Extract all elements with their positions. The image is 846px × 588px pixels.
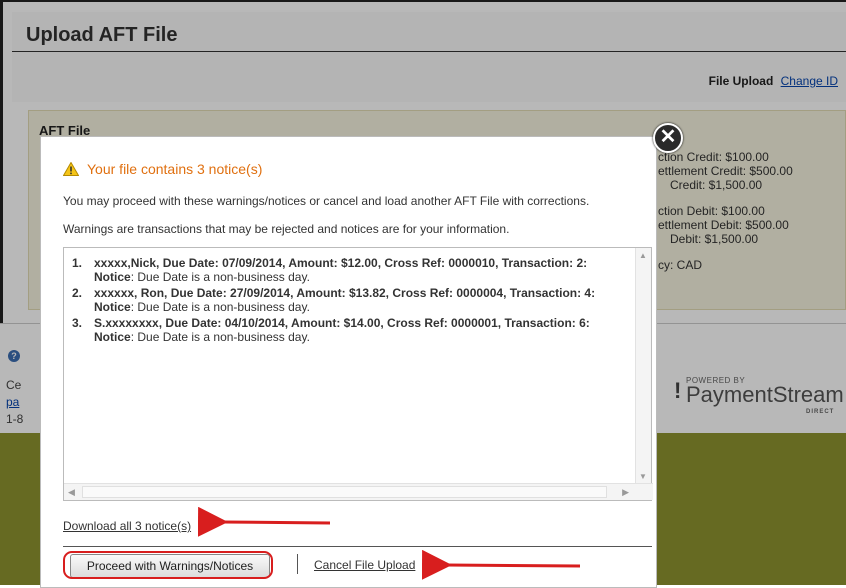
instruction-text: Warnings are transactions that may be re… [63, 222, 510, 236]
scroll-up-icon[interactable]: ▲ [639, 251, 647, 260]
instruction-text: You may proceed with these warnings/noti… [63, 194, 590, 208]
vertical-scrollbar[interactable]: ▲ ▼ [635, 248, 651, 484]
notice-summary: xxxxxx, Ron, Due Date: 27/09/2014, Amoun… [94, 286, 596, 300]
notice-detail: Notice: Due Date is a non-business day. [94, 270, 310, 284]
scroll-thumb[interactable] [82, 486, 607, 498]
warning-icon [63, 162, 79, 176]
notice-detail: Notice: Due Date is a non-business day. [94, 330, 310, 344]
horizontal-scrollbar[interactable]: ◀ ▶ [64, 483, 653, 500]
cancel-upload-link[interactable]: Cancel File Upload [314, 558, 415, 572]
close-icon[interactable]: ✕ [653, 123, 683, 153]
notice-list: 1. xxxxx,Nick, Due Date: 07/09/2014, Amo… [72, 256, 632, 346]
notice-list-box[interactable]: 1. xxxxx,Nick, Due Date: 07/09/2014, Amo… [63, 247, 653, 501]
list-item: 1. xxxxx,Nick, Due Date: 07/09/2014, Amo… [72, 256, 632, 284]
notice-summary: xxxxx,Nick, Due Date: 07/09/2014, Amount… [94, 256, 588, 270]
notice-detail: Notice: Due Date is a non-business day. [94, 300, 310, 314]
list-item: 3. S.xxxxxxxx, Due Date: 04/10/2014, Amo… [72, 316, 632, 344]
scroll-left-icon[interactable]: ◀ [68, 487, 75, 498]
scroll-down-icon[interactable]: ▼ [639, 472, 647, 481]
proceed-button[interactable]: Proceed with Warnings/Notices [70, 554, 270, 578]
modal-heading-row: Your file contains 3 notice(s) [63, 161, 262, 177]
button-separator [297, 554, 298, 574]
notice-summary: S.xxxxxxxx, Due Date: 04/10/2014, Amount… [94, 316, 590, 330]
list-item: 2. xxxxxx, Ron, Due Date: 27/09/2014, Am… [72, 286, 632, 314]
modal-divider [63, 546, 652, 547]
modal-heading: Your file contains 3 notice(s) [87, 161, 263, 177]
item-number: 2. [72, 286, 83, 300]
notices-modal: Your file contains 3 notice(s) You may p… [40, 136, 657, 588]
scroll-right-icon[interactable]: ▶ [622, 487, 629, 498]
item-number: 1. [72, 256, 83, 270]
item-number: 3. [72, 316, 83, 330]
download-notices-link[interactable]: Download all 3 notice(s) [63, 519, 191, 533]
